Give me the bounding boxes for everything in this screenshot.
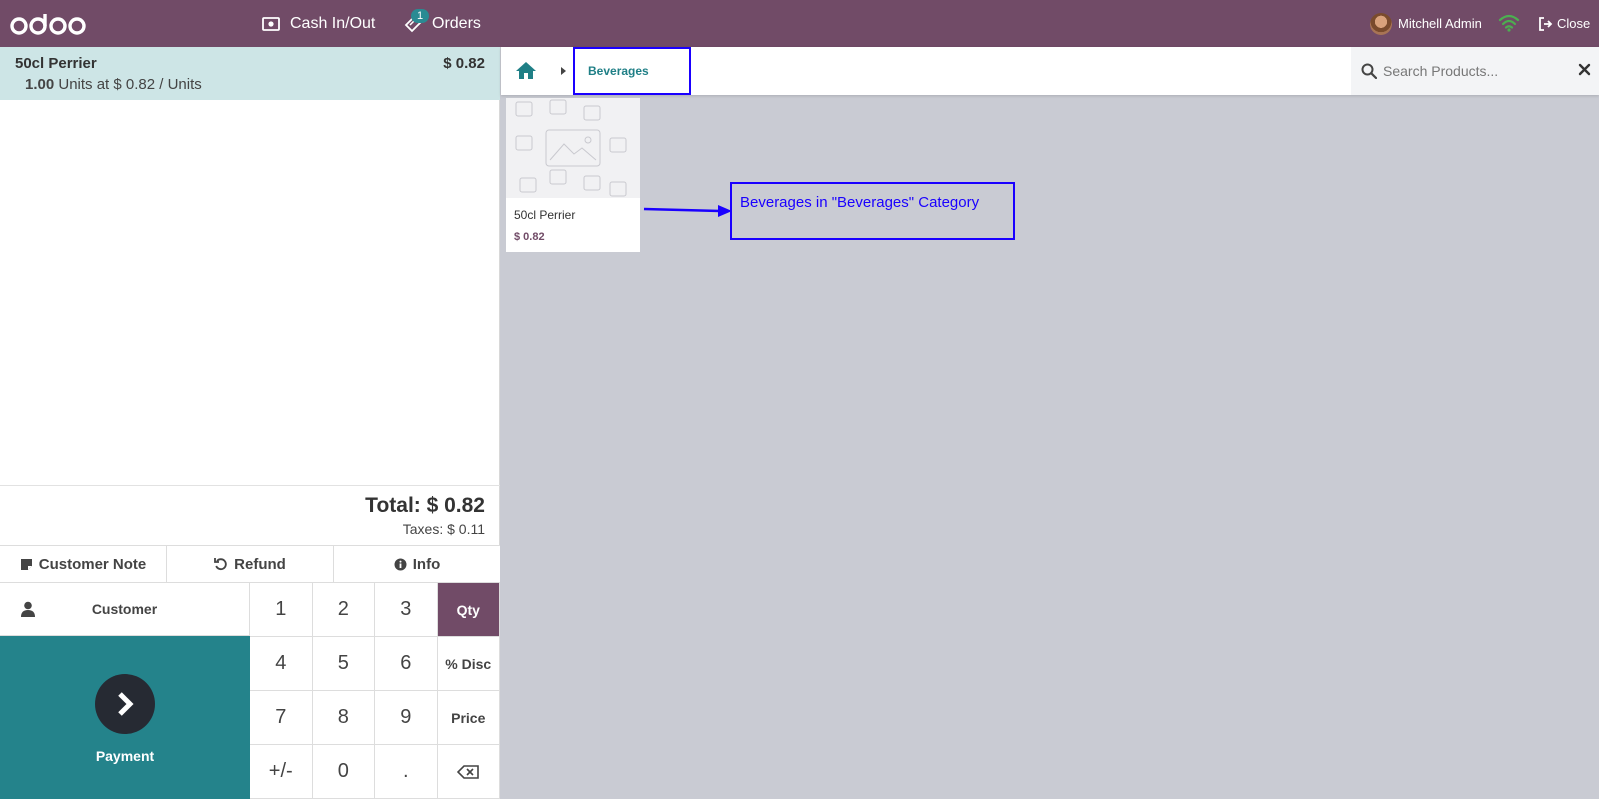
order-summary: Total: $ 0.82 Taxes: $ 0.11 [0,485,500,545]
avatar [1370,12,1392,35]
numpad-key-backspace[interactable] [437,745,500,799]
payment-label: Payment [95,748,155,764]
numpad-mode-discount[interactable]: % Disc [437,637,500,691]
numpad-key-3[interactable]: 3 [375,583,438,637]
wifi-icon [1498,14,1520,32]
numpad-key-6[interactable]: 6 [375,637,438,691]
user-icon [21,601,35,617]
search-icon [1361,63,1377,79]
cash-in-out-button[interactable]: Cash In/Out [262,0,375,47]
order-line-detail: 1.00 Units at $ 0.82 / Units [25,76,202,93]
annotation-text: Beverages in "Beverages" Category [740,194,980,211]
close-label: Close [1557,16,1591,31]
breadcrumb-separator-icon [561,67,566,75]
numpad-key-8[interactable]: 8 [312,691,375,745]
close-session-button[interactable]: Close [1538,0,1590,47]
order-line-qty: 1.00 [25,76,55,93]
product-name: 50cl Perrier [514,208,576,222]
numpad-key-2[interactable]: 2 [312,583,375,637]
product-image [506,98,640,198]
numpad-key-plus-minus[interactable]: +/- [250,745,313,799]
product-card[interactable]: 50cl Perrier $ 0.82 [506,98,640,252]
numpad-key-9[interactable]: 9 [375,691,438,745]
numpad-key-decimal[interactable]: . [375,745,438,799]
payment-button[interactable]: Payment [0,636,250,799]
orders-button[interactable]: 1 Orders [404,0,481,47]
numpad-mode-price[interactable]: Price [437,691,500,745]
info-button[interactable]: Info [334,546,500,583]
annotation-callout: Beverages in "Beverages" Category [730,182,1015,240]
undo-icon [214,558,227,571]
breadcrumb-category[interactable]: Beverages [588,64,649,78]
sign-out-icon [1539,16,1553,31]
order-total: Total: $ 0.82 [365,494,485,517]
top-navbar: Cash In/Out 1 Orders Mitchell Admin Clos… [0,0,1599,47]
orders-count-badge: 1 [411,9,430,23]
annotation-arrow-icon [643,205,732,217]
numpad-key-0[interactable]: 0 [312,745,375,799]
payment-circle [95,674,155,734]
customer-label: Customer [91,601,158,617]
numpad-key-4[interactable]: 4 [250,637,313,691]
order-taxes: Taxes: $ 0.11 [402,521,485,537]
numpad-key-5[interactable]: 5 [312,637,375,691]
close-icon[interactable] [1578,63,1591,76]
info-icon [394,558,407,570]
search-input[interactable] [1383,63,1563,79]
refund-button[interactable]: Refund [167,546,334,583]
numpad-mode-qty[interactable]: Qty [437,583,500,637]
info-label: Info [412,555,441,573]
cash-icon [262,16,280,31]
home-icon[interactable] [515,61,537,80]
search-bar [1351,47,1599,95]
customer-note-button[interactable]: Customer Note [0,546,167,583]
odoo-logo [10,14,86,35]
category-bar: Beverages [501,47,1599,95]
order-line-unit-info: Units at $ 0.82 / Units [58,76,202,93]
customer-button[interactable]: Customer [0,583,250,636]
order-line-product-name: 50cl Perrier [15,55,97,72]
backspace-icon [457,764,480,779]
placeholder-image-icon [506,98,640,198]
cash-in-out-label: Cash In/Out [290,14,376,32]
product-price: $ 0.82 [514,231,545,243]
order-line-price: $ 0.82 [443,55,485,72]
orders-label: Orders [432,14,481,32]
customer-note-label: Customer Note [38,555,147,573]
numpad-key-7[interactable]: 7 [250,691,313,745]
chevron-right-icon [118,692,134,716]
numpad: 1 2 3 Qty 4 5 6 % Disc 7 8 9 Price +/- 0… [250,583,500,799]
user-name: Mitchell Admin [1398,16,1482,31]
control-buttons: Customer Note Refund Info [0,545,500,583]
refund-label: Refund [234,555,286,573]
sticky-note-icon [20,558,32,570]
order-line[interactable]: 50cl Perrier $ 0.82 1.00 Units at $ 0.82… [0,47,500,100]
numpad-key-1[interactable]: 1 [250,583,313,637]
user-menu[interactable]: Mitchell Admin [1370,0,1482,47]
order-panel: 50cl Perrier $ 0.82 1.00 Units at $ 0.82… [0,47,500,799]
